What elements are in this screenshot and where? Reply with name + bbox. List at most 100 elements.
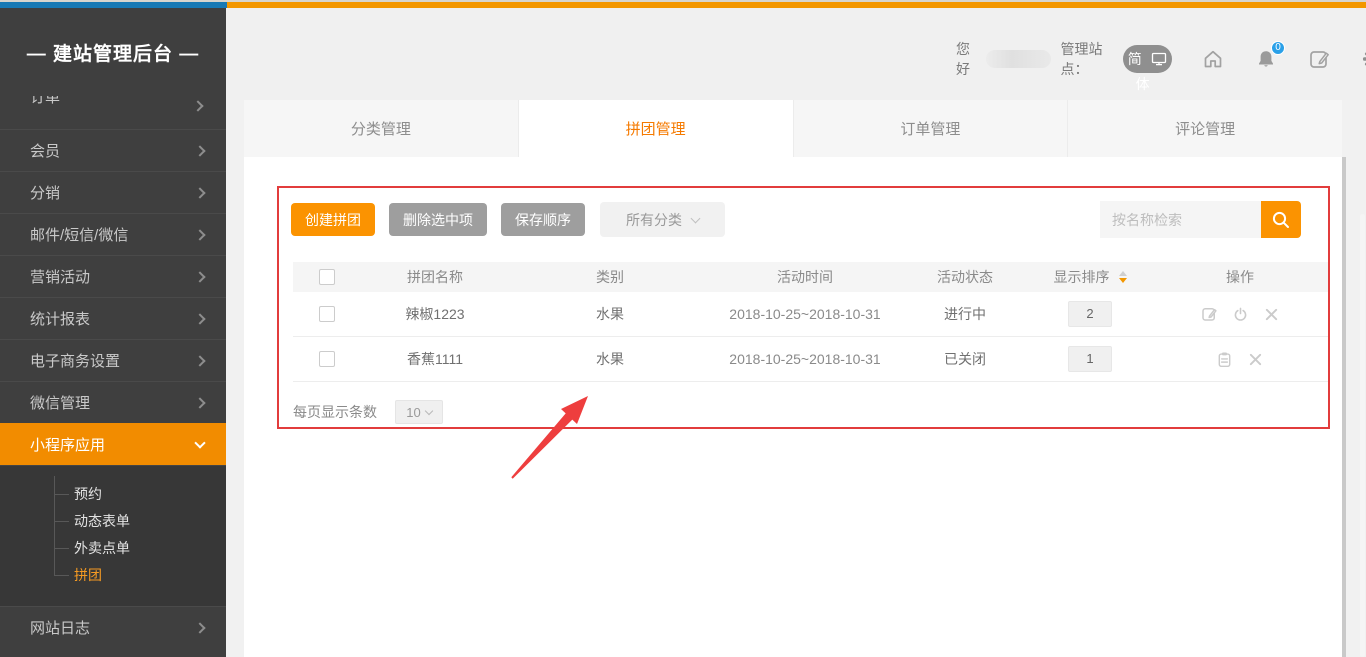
sidebar-item-label: 统计报表 — [30, 308, 90, 329]
power-icon — [1232, 306, 1249, 323]
sort-toggle-icon[interactable] — [1119, 271, 1127, 283]
sidebar-item-ecommerce-settings[interactable]: 电子商务设置 — [0, 339, 226, 381]
cell-time: 2018-10-25~2018-10-31 — [710, 351, 900, 367]
home-button[interactable] — [1201, 47, 1225, 71]
category-filter-dropdown[interactable]: 所有分类 — [600, 202, 725, 237]
sidebar-item-orders[interactable]: 订单 — [0, 96, 226, 129]
submenu-item-label: 拼团 — [74, 565, 102, 585]
sidebar-item-messaging[interactable]: 邮件/短信/微信 — [0, 213, 226, 255]
edit-button[interactable] — [1307, 47, 1331, 71]
select-all-checkbox[interactable] — [319, 269, 335, 285]
page-size-value: 10 — [406, 405, 420, 420]
tab-label: 拼团管理 — [626, 118, 686, 139]
admin-app: — 建站管理后台 — 订单 会员 分销 邮件/短信/微信 营销活动 统计报表 电… — [0, 0, 1366, 657]
submenu-item-takeout[interactable]: 外卖点单 — [0, 534, 226, 561]
row-checkbox[interactable] — [319, 351, 335, 367]
tab-label: 分类管理 — [351, 118, 411, 139]
language-toggle-label: 简 — [1128, 49, 1142, 69]
sort-desc-icon — [1119, 278, 1127, 283]
chevron-right-icon — [194, 397, 205, 408]
submenu-item-groupbuy[interactable]: 拼团 — [0, 561, 226, 588]
language-toggle[interactable]: 简 体 — [1123, 45, 1172, 73]
close-icon — [1264, 307, 1279, 322]
sort-order-input[interactable]: 1 — [1068, 346, 1112, 372]
top-strip-blue — [0, 2, 227, 8]
notification-badge: 0 — [1271, 41, 1285, 55]
table-header-row: 拼团名称 类别 活动时间 活动状态 显示排序 操作 — [293, 262, 1330, 292]
sidebar-item-marketing[interactable]: 营销活动 — [0, 255, 226, 297]
chevron-right-icon — [192, 100, 203, 111]
search-button[interactable] — [1261, 201, 1301, 238]
delete-row-button[interactable] — [1262, 305, 1280, 323]
sidebar-item-wechat[interactable]: 微信管理 — [0, 381, 226, 423]
sidebar-item-label: 小程序应用 — [30, 434, 105, 455]
submenu-item-booking[interactable]: 预约 — [0, 480, 226, 507]
clipboard-icon — [1216, 351, 1233, 368]
sidebar-item-label: 邮件/短信/微信 — [30, 224, 128, 245]
cell-category: 水果 — [510, 304, 710, 324]
search-input[interactable] — [1100, 201, 1261, 238]
page-size-control: 每页显示条数 10 — [293, 400, 443, 424]
tab-groupbuy-management[interactable]: 拼团管理 — [519, 100, 794, 157]
delete-selected-button[interactable]: 删除选中项 — [389, 203, 487, 236]
tab-comment-management[interactable]: 评论管理 — [1068, 100, 1342, 157]
save-order-button[interactable]: 保存顺序 — [501, 203, 585, 236]
submenu-item-label: 预约 — [74, 484, 102, 504]
sidebar-scrollbar[interactable] — [1360, 214, 1365, 657]
chevron-right-icon — [194, 229, 205, 240]
submenu-item-label: 动态表单 — [74, 511, 130, 531]
submenu-item-dynamic-form[interactable]: 动态表单 — [0, 507, 226, 534]
chevron-right-icon — [194, 271, 205, 282]
toolbar: 创建拼团 删除选中项 保存顺序 所有分类 — [291, 202, 725, 237]
search-bar — [1100, 201, 1301, 238]
edit-row-button[interactable] — [1200, 305, 1218, 323]
sidebar-submenu: 预约 动态表单 外卖点单 拼团 — [0, 465, 226, 606]
sidebar-item-label: 电子商务设置 — [30, 350, 120, 371]
sidebar: — 建站管理后台 — 订单 会员 分销 邮件/短信/微信 营销活动 统计报表 电… — [0, 8, 226, 657]
language-toggle-label-wrap: 体 — [1136, 74, 1150, 94]
column-header-sort: 显示排序 — [1054, 267, 1110, 287]
sort-asc-icon — [1119, 271, 1127, 276]
sidebar-item-miniprogram[interactable]: 小程序应用 — [0, 423, 226, 465]
sort-order-input[interactable]: 2 — [1068, 301, 1112, 327]
site-label: 管理站点： — [1061, 39, 1115, 79]
chevron-down-icon — [194, 437, 205, 448]
sidebar-item-site-log[interactable]: 网站日志 — [0, 606, 226, 648]
tab-order-management[interactable]: 订单管理 — [794, 100, 1069, 157]
greeting-text: 您好 — [956, 39, 978, 79]
sidebar-item-label: 分销 — [30, 182, 60, 203]
tab-label: 评论管理 — [1175, 118, 1235, 139]
restore-row-button[interactable] — [1216, 350, 1234, 368]
disable-row-button[interactable] — [1231, 305, 1249, 323]
chevron-right-icon — [194, 313, 205, 324]
sidebar-item-members[interactable]: 会员 — [0, 129, 226, 171]
notifications-button[interactable]: 0 — [1254, 47, 1278, 71]
page-size-label: 每页显示条数 — [293, 402, 377, 422]
tab-category-management[interactable]: 分类管理 — [244, 100, 519, 157]
column-header-name: 拼团名称 — [360, 267, 510, 287]
cell-name: 辣椒1223 — [360, 304, 510, 324]
column-header-time: 活动时间 — [710, 267, 900, 287]
top-header: 您好 管理站点： 简 体 — [226, 8, 1366, 100]
top-strip-orange — [227, 2, 1366, 8]
row-checkbox[interactable] — [319, 306, 335, 322]
delete-row-button[interactable] — [1247, 350, 1265, 368]
gear-icon — [1360, 47, 1366, 71]
column-header-actions: 操作 — [1150, 267, 1330, 287]
chevron-right-icon — [194, 622, 205, 633]
cell-name: 香蕉1111 — [360, 349, 510, 369]
sidebar-item-distribution[interactable]: 分销 — [0, 171, 226, 213]
column-header-status: 活动状态 — [900, 267, 1030, 287]
chevron-right-icon — [194, 355, 205, 366]
page-scrollbar[interactable] — [1342, 157, 1346, 657]
home-icon — [1201, 47, 1225, 71]
settings-button[interactable] — [1360, 47, 1366, 71]
username-redacted — [986, 50, 1051, 68]
sidebar-item-label: 营销活动 — [30, 266, 90, 287]
cell-category: 水果 — [510, 349, 710, 369]
create-groupbuy-button[interactable]: 创建拼团 — [291, 203, 375, 236]
sidebar-item-label: 网站日志 — [30, 617, 90, 638]
chevron-down-icon — [424, 406, 432, 414]
sidebar-item-statistics[interactable]: 统计报表 — [0, 297, 226, 339]
page-size-select[interactable]: 10 — [395, 400, 443, 424]
